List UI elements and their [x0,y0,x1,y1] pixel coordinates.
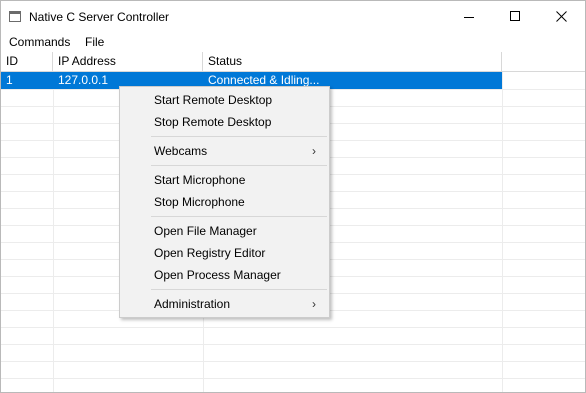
cell-id: 1 [6,73,13,87]
menu-file[interactable]: File [83,35,106,49]
column-header-ip-address[interactable]: IP Address [53,52,203,71]
menu-item-stop-remote-desktop[interactable]: Stop Remote Desktop [121,111,328,133]
menu-item-start-microphone[interactable]: Start Microphone [121,169,328,191]
menu-item-label: Start Remote Desktop [154,93,273,107]
window-title: Native C Server Controller [29,10,170,24]
column-header-id[interactable]: ID [1,52,53,71]
menu-item-webcams[interactable]: Webcams › [121,140,328,162]
context-menu: Start Remote Desktop Stop Remote Desktop… [119,86,330,318]
list-header: ID IP Address Status [1,52,585,72]
close-button[interactable] [538,1,584,32]
app-window-icon [9,11,21,22]
menu-separator [151,165,327,166]
menu-item-start-remote-desktop[interactable]: Start Remote Desktop [121,89,328,111]
menu-bar: Commands File [1,32,585,52]
minimize-button[interactable] [446,1,492,32]
menu-item-administration[interactable]: Administration › [121,293,328,315]
menu-item-label: Open File Manager [154,224,257,238]
menu-item-open-process-manager[interactable]: Open Process Manager [121,264,328,286]
grid-line [1,344,585,345]
title-bar[interactable]: Native C Server Controller [1,1,585,32]
menu-item-open-file-manager[interactable]: Open File Manager [121,220,328,242]
grid-line [1,378,585,379]
grid-line [1,361,585,362]
chevron-right-icon: › [312,144,316,158]
maximize-button[interactable] [492,1,538,32]
close-icon [556,11,567,22]
menu-separator [151,216,327,217]
menu-item-label: Stop Microphone [154,195,245,209]
menu-item-label: Stop Remote Desktop [154,115,272,129]
menu-item-label: Open Registry Editor [154,246,266,260]
menu-item-label: Start Microphone [154,173,246,187]
maximize-icon [510,11,520,21]
menu-item-open-registry-editor[interactable]: Open Registry Editor [121,242,328,264]
menu-item-label: Webcams [154,144,208,158]
grid-line [1,327,585,328]
chevron-right-icon: › [312,297,316,311]
column-header-status[interactable]: Status [203,52,502,71]
minimize-icon [464,17,474,18]
menu-item-stop-microphone[interactable]: Stop Microphone [121,191,328,213]
menu-commands[interactable]: Commands [7,35,72,49]
menu-separator [151,136,327,137]
menu-separator [151,289,327,290]
menu-item-label: Administration [154,297,231,311]
menu-item-label: Open Process Manager [154,268,281,282]
app-window: Native C Server Controller Commands File… [0,0,586,393]
